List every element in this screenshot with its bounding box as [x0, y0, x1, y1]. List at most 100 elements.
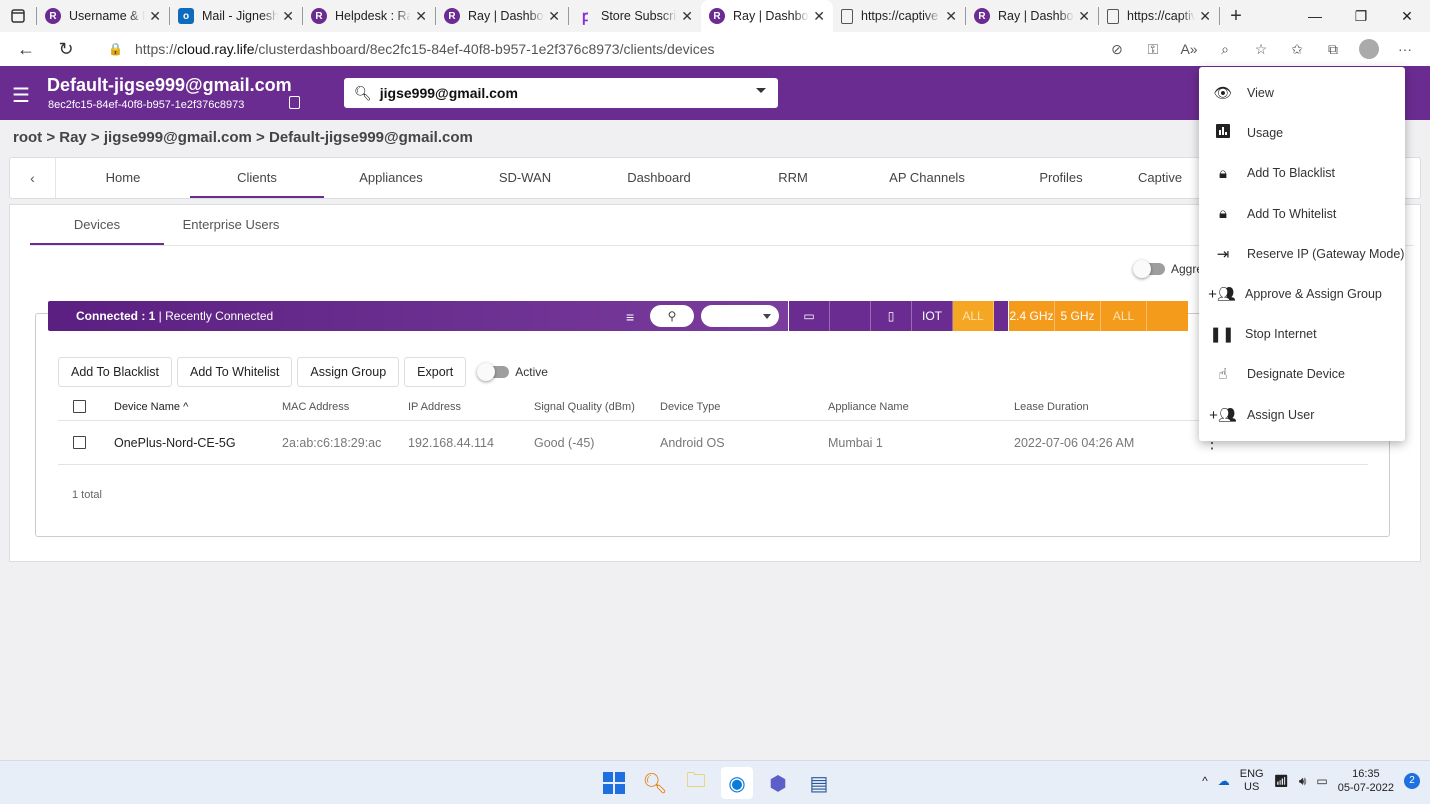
close-icon[interactable]: ✕: [149, 8, 161, 25]
search-icon[interactable]: 🔍︎: [639, 767, 671, 799]
browser-tab[interactable]: R Helpdesk : Ray✕: [303, 0, 435, 32]
apple-icon[interactable]: [830, 301, 871, 331]
close-icon[interactable]: ✕: [1199, 8, 1211, 25]
caret-down-icon: [756, 88, 766, 93]
menu-item-usage[interactable]: Usage: [1199, 113, 1405, 153]
menu-item-add-to-whitelist[interactable]: 🔒︎ Add To Whitelist: [1199, 194, 1405, 234]
browser-tab[interactable]: R Username & P ✕: [37, 0, 169, 32]
menu-item-view[interactable]: 👁︎ View: [1199, 73, 1405, 113]
restore-icon[interactable]: ❐: [1338, 0, 1384, 32]
device-all-filter[interactable]: ALL: [953, 301, 994, 331]
tab-profiles[interactable]: Profiles: [994, 158, 1128, 198]
select-all-checkbox[interactable]: [73, 400, 86, 413]
aggregate-toggle[interactable]: Aggre: [1133, 260, 1203, 278]
back-icon[interactable]: ←: [6, 39, 46, 60]
export-button[interactable]: Export: [404, 357, 467, 387]
collections-icon[interactable]: ⧉: [1318, 36, 1348, 62]
wifi-icon[interactable]: 📶︎: [1274, 774, 1289, 788]
tab-sd-wan[interactable]: SD-WAN: [458, 158, 592, 198]
zoom-icon[interactable]: ⌕: [1210, 36, 1240, 62]
header-device-name[interactable]: Device Name ^: [114, 401, 282, 413]
tab-actions-icon[interactable]: [0, 0, 36, 32]
language-indicator[interactable]: ENG US: [1240, 768, 1264, 794]
search-icon[interactable]: ⚲: [650, 305, 694, 327]
browser-tab[interactable]: o Mail - Jignesh ✕: [170, 0, 302, 32]
close-window-icon[interactable]: ✕: [1384, 0, 1430, 32]
tenant-search-select[interactable]: 🔍︎ jigse999@gmail.com: [344, 78, 778, 108]
word-icon[interactable]: ▤: [803, 767, 835, 799]
menu-item-add-to-blacklist[interactable]: 🔒︎ Add To Blacklist: [1199, 153, 1405, 193]
active-toggle[interactable]: Active: [477, 363, 548, 381]
connection-status[interactable]: Connected : 1 | Recently Connected: [76, 309, 273, 323]
close-icon[interactable]: ✕: [282, 8, 294, 25]
clock[interactable]: 16:35 05-07-2022: [1338, 767, 1394, 795]
notification-badge[interactable]: 2: [1404, 773, 1420, 789]
toggle-switch[interactable]: [1133, 260, 1165, 278]
file-explorer-icon[interactable]: 🗀: [680, 767, 712, 799]
close-icon[interactable]: ✕: [813, 8, 825, 25]
copy-icon[interactable]: [289, 96, 300, 109]
toggle-switch[interactable]: [477, 363, 510, 381]
close-icon[interactable]: ✕: [681, 8, 693, 25]
browser-tab[interactable]: https://captive✕: [833, 0, 965, 32]
url-field[interactable]: 🔒 https://cloud.ray.life/clusterdashboar…: [94, 36, 1254, 62]
browser-tab[interactable]: https://captive✕: [1099, 0, 1219, 32]
key-icon[interactable]: ⚿: [1138, 36, 1168, 62]
menu-icon[interactable]: ☰: [12, 83, 30, 108]
tab-devices[interactable]: Devices: [30, 205, 164, 245]
refresh-icon[interactable]: ↻: [46, 39, 86, 60]
laptop-icon[interactable]: ▭: [789, 301, 830, 331]
close-icon[interactable]: ✕: [1078, 8, 1090, 25]
add-favorite-icon[interactable]: ☆: [1246, 36, 1276, 62]
assign-group-button[interactable]: Assign Group: [297, 357, 400, 387]
windows-start-icon[interactable]: [598, 767, 630, 799]
phone-icon[interactable]: ▯: [871, 301, 912, 331]
menu-item-designate-device[interactable]: ☝︎ Designate Device: [1199, 354, 1405, 394]
read-aloud-icon[interactable]: A»: [1174, 36, 1204, 62]
browser-tab[interactable]: R Ray | Dashboa ✕: [966, 0, 1098, 32]
teams-icon[interactable]: ⬢: [762, 767, 794, 799]
add-to-blacklist-button[interactable]: Add To Blacklist: [58, 357, 173, 387]
more-options-icon[interactable]: ···: [1390, 36, 1420, 62]
browser-tab[interactable]: R Ray | Dashboa ✕: [436, 0, 568, 32]
edge-icon[interactable]: ◉: [721, 767, 753, 799]
table-row[interactable]: OnePlus-Nord-CE-5G 2a:ab:c6:18:29:ac 192…: [58, 421, 1368, 465]
cell-device-type: Android OS: [660, 435, 725, 450]
favorites-icon[interactable]: ✩: [1282, 36, 1312, 62]
tab-enterprise-users[interactable]: Enterprise Users: [164, 205, 298, 245]
new-tab-button[interactable]: +: [1220, 5, 1252, 28]
tab-home[interactable]: Home: [56, 158, 190, 198]
menu-item-approve-assign-group[interactable]: +👥︎ Approve & Assign Group: [1199, 274, 1405, 314]
close-icon[interactable]: ✕: [945, 8, 957, 25]
tab-rrm[interactable]: RRM: [726, 158, 860, 198]
tracking-prevention-icon[interactable]: ⊘: [1102, 36, 1132, 62]
band-all[interactable]: ALL: [1101, 301, 1147, 331]
band-2-4ghz[interactable]: 2.4 GHz: [1009, 301, 1055, 331]
browser-tab[interactable]: ꝼ Store Subscrip ✕: [569, 0, 701, 32]
tab-dashboard[interactable]: Dashboard: [592, 158, 726, 198]
onedrive-icon[interactable]: ☁: [1218, 774, 1230, 788]
tab-ap-channels[interactable]: AP Channels: [860, 158, 994, 198]
close-icon[interactable]: ✕: [415, 8, 427, 25]
add-to-whitelist-button[interactable]: Add To Whitelist: [177, 357, 293, 387]
tab-captive[interactable]: Captive: [1128, 158, 1208, 198]
menu-item-stop-internet[interactable]: ❚❚ Stop Internet: [1199, 314, 1405, 354]
band-5ghz[interactable]: 5 GHz: [1055, 301, 1101, 331]
row-checkbox[interactable]: [73, 436, 86, 449]
browser-tab-active[interactable]: R Ray | Dashboa ✕: [701, 0, 833, 32]
close-icon[interactable]: ✕: [548, 8, 560, 25]
iot-filter[interactable]: IOT: [912, 301, 953, 331]
profile-avatar-icon[interactable]: [1354, 36, 1384, 62]
battery-icon[interactable]: ▭: [1316, 774, 1327, 788]
menu-item-assign-user[interactable]: +👥︎ Assign User: [1199, 395, 1405, 435]
tab-appliances[interactable]: Appliances: [324, 158, 458, 198]
filter-select[interactable]: [701, 305, 779, 327]
minimize-icon[interactable]: —: [1292, 0, 1338, 32]
tab-clients[interactable]: Clients: [190, 158, 324, 198]
chevron-up-icon[interactable]: ^: [1202, 774, 1208, 788]
volume-icon[interactable]: 🔊︎: [1299, 774, 1307, 789]
menu-item-label: Reserve IP (Gateway Mode): [1247, 246, 1405, 261]
menu-item-reserve-ip[interactable]: ⇥ Reserve IP (Gateway Mode): [1199, 234, 1405, 274]
chevron-left-icon[interactable]: ‹: [10, 158, 56, 198]
filter-icon[interactable]: ≡: [626, 309, 634, 325]
